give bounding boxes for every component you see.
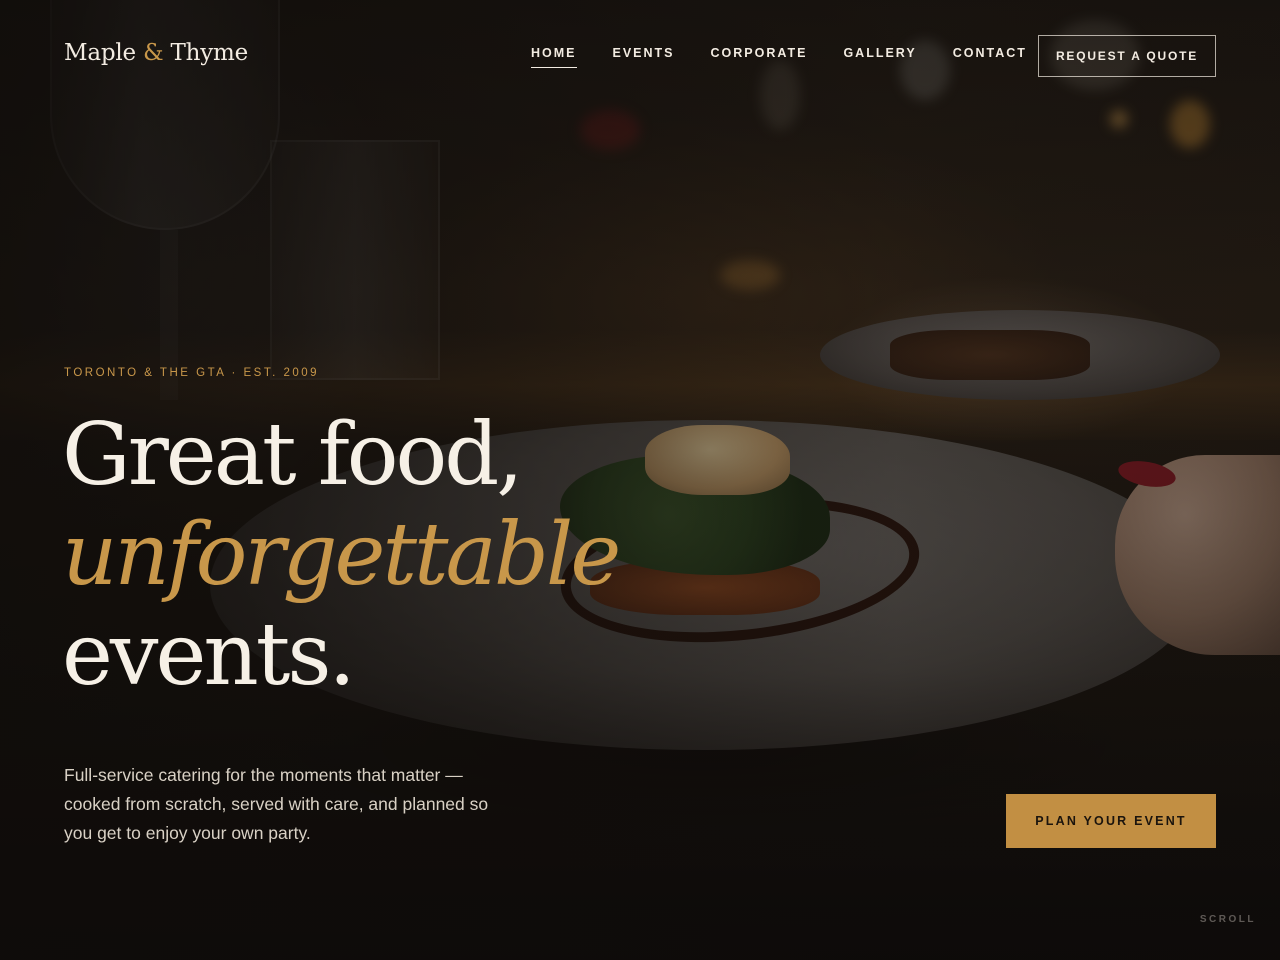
nav-item-events[interactable]: EVENTS — [613, 46, 675, 68]
brand-name-part2: Thyme — [170, 40, 249, 66]
hero-description: Full-service catering for the moments th… — [64, 765, 489, 843]
headline-line-1: Great food, — [62, 405, 524, 505]
headline-line-2-accent: unforgettable — [62, 505, 621, 605]
nav-item-gallery[interactable]: GALLERY — [843, 46, 916, 68]
nav-item-contact[interactable]: CONTACT — [953, 46, 1027, 68]
nav-item-corporate[interactable]: CORPORATE — [711, 46, 808, 68]
brand-name-part1: Maple — [64, 40, 136, 66]
site-header: Maple & Thyme HOME EVENTS CORPORATE GALL… — [0, 0, 1280, 110]
hero-headline: Great food, unforgettable events. — [62, 405, 702, 705]
nav-item-home[interactable]: HOME — [531, 46, 577, 68]
plan-event-button[interactable]: PLAN YOUR EVENT — [1006, 794, 1216, 848]
main-nav: HOME EVENTS CORPORATE GALLERY CONTACT — [531, 46, 1027, 68]
hero-eyebrow: TORONTO & THE GTA · EST. 2009 — [64, 367, 320, 379]
brand-ampersand: & — [143, 40, 164, 66]
brand-logo[interactable]: Maple & Thyme — [64, 40, 248, 66]
scroll-indicator[interactable]: SCROLL — [1200, 914, 1256, 925]
request-quote-button[interactable]: REQUEST A QUOTE — [1038, 35, 1216, 77]
headline-line-3: events. — [62, 605, 356, 705]
